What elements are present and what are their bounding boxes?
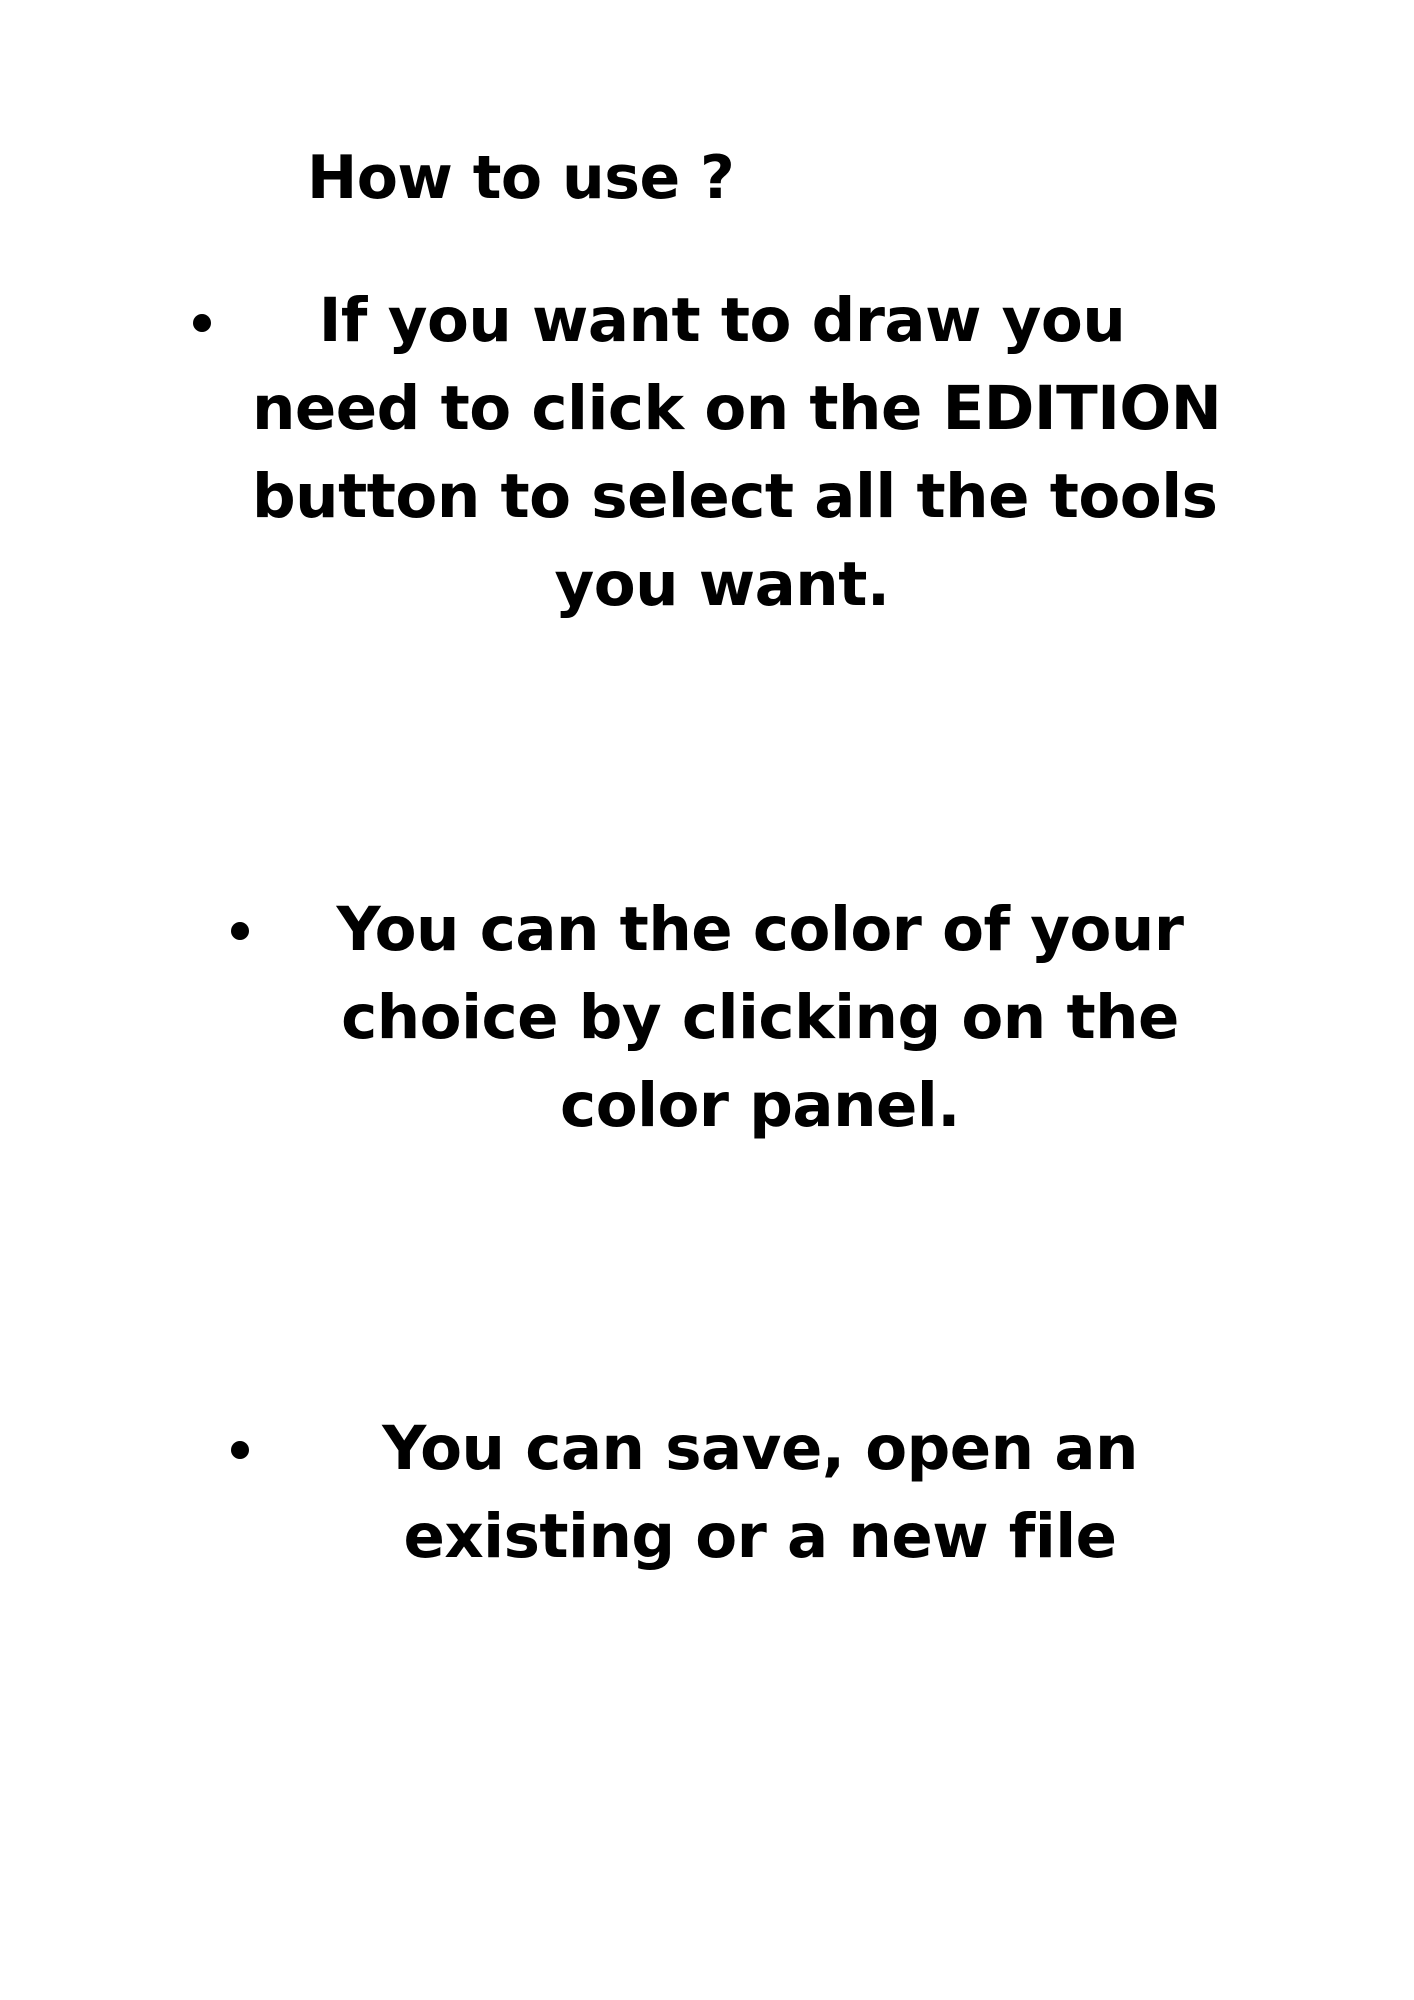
- instruction-line: need to click on the EDITION: [252, 373, 1222, 444]
- instruction-text: If you want to draw you need to click on…: [252, 277, 1222, 629]
- instruction-line: You can save, open an: [382, 1413, 1138, 1484]
- instruction-line: you want.: [554, 549, 890, 620]
- bullet-icon: [231, 1441, 249, 1459]
- instruction-line: choice by clicking on the: [341, 982, 1179, 1053]
- bullet-icon: [193, 314, 211, 332]
- instruction-line: If you want to draw you: [318, 285, 1126, 356]
- instruction-line: color panel.: [560, 1070, 960, 1141]
- page-title: How to use ?: [307, 143, 735, 213]
- instruction-text: You can save, open an existing or a new …: [380, 1405, 1140, 1581]
- bullet-icon: [231, 922, 249, 940]
- instruction-text: You can the color of your choice by clic…: [330, 886, 1190, 1150]
- instruction-line: existing or a new file: [403, 1501, 1117, 1572]
- instruction-line: button to select all the tools: [252, 461, 1218, 532]
- instruction-line: You can the color of your: [336, 894, 1184, 965]
